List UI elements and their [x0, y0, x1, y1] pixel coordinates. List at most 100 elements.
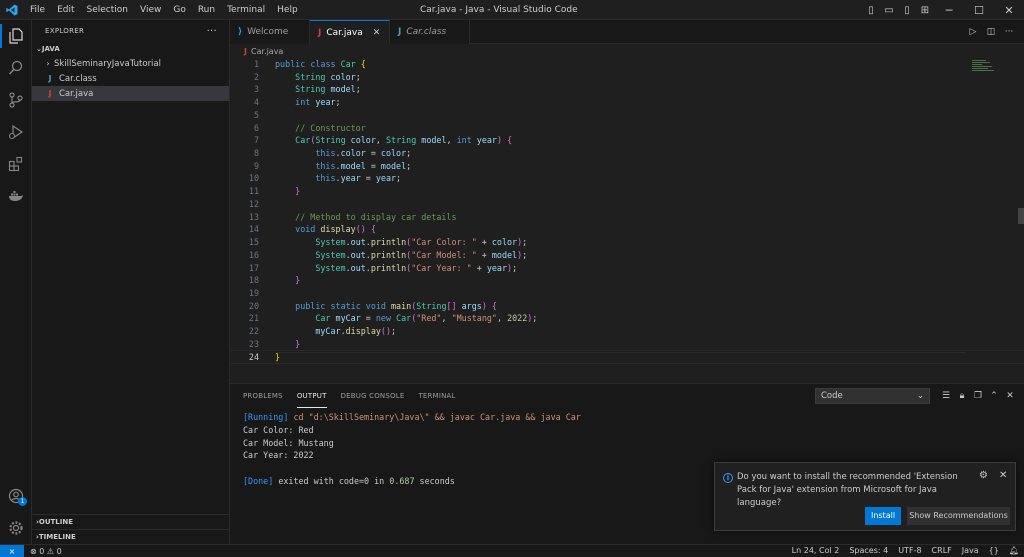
tab-welcome[interactable]: ⟩ Welcome	[230, 20, 310, 44]
customize-layout-icon[interactable]: ⊞	[916, 5, 934, 16]
menu-view[interactable]: View	[134, 0, 167, 20]
timeline-section[interactable]: › TIMELINE	[32, 529, 230, 544]
more-actions-icon[interactable]: ···	[207, 26, 217, 37]
explorer-icon[interactable]	[0, 20, 32, 52]
tab-terminal[interactable]: TERMINAL	[418, 384, 455, 408]
close-window-icon[interactable]: ✕	[994, 4, 1024, 17]
minimap[interactable]	[972, 60, 998, 80]
workspace-section[interactable]: ⌄ JAVA	[32, 42, 229, 56]
cursor-position[interactable]: Ln 24, Col 2	[787, 545, 845, 557]
toggle-secondary-sidebar-icon[interactable]: ▯	[898, 5, 916, 16]
outline-section[interactable]: › OUTLINE	[32, 514, 230, 529]
tree-item-folder[interactable]: › SkillSeminaryJavaTutorial	[32, 56, 229, 71]
install-button[interactable]: Install	[865, 507, 901, 525]
code-line[interactable]: 12	[230, 198, 1024, 211]
indentation[interactable]: Spaces: 4	[844, 545, 893, 557]
menu-run[interactable]: Run	[192, 0, 221, 20]
more-actions-icon[interactable]: ···	[1000, 27, 1018, 37]
code-line[interactable]: 20 public static void main(String[] args…	[230, 300, 1024, 313]
encoding[interactable]: UTF-8	[893, 545, 926, 557]
code-line[interactable]: 17 System.out.println("Car Year: " + yea…	[230, 262, 1024, 275]
line-number: 5	[253, 109, 259, 120]
problems-status[interactable]: ⊗ 0 ⚠ 0	[24, 547, 62, 556]
language-mode[interactable]: Java	[957, 545, 984, 557]
split-editor-icon[interactable]: ◫	[982, 27, 1000, 37]
run-debug-icon[interactable]	[0, 116, 32, 148]
menu-edit[interactable]: Edit	[51, 0, 80, 20]
search-icon[interactable]	[0, 52, 32, 84]
java-class-file-icon: J	[398, 27, 402, 37]
tab-problems[interactable]: PROBLEMS	[243, 384, 283, 408]
show-recommendations-button[interactable]: Show Recommendations	[907, 507, 1010, 525]
vscode-tab-icon: ⟩	[238, 27, 243, 37]
code-line[interactable]: 16 System.out.println("Car Model: " + mo…	[230, 249, 1024, 262]
docker-icon[interactable]	[0, 180, 32, 212]
menu-go[interactable]: Go	[167, 0, 191, 20]
menu-file[interactable]: File	[24, 0, 51, 20]
tree-item-car-class[interactable]: J Car.class	[32, 71, 229, 86]
tree-item-car-java[interactable]: J Car.java	[32, 86, 229, 101]
breadcrumb-file[interactable]: Car.java	[251, 47, 283, 56]
toggle-panel-icon[interactable]: ▭	[880, 5, 898, 16]
code-line[interactable]: 19	[230, 287, 1024, 300]
list-filter-icon[interactable]: ☰	[938, 388, 954, 404]
menu-help[interactable]: Help	[271, 0, 304, 20]
end-of-line[interactable]: CRLF	[927, 545, 957, 557]
explorer-title: EXPLORER	[45, 27, 85, 35]
code-line[interactable]: 21 Car myCar = new Car("Red", "Mustang",…	[230, 312, 1024, 325]
manage-gear-icon[interactable]	[0, 512, 32, 544]
maximize-icon[interactable]: ☐	[964, 4, 994, 17]
code-text: String model;	[295, 84, 361, 95]
code-line[interactable]: 22 myCar.display();	[230, 325, 1024, 338]
explorer-sidebar: EXPLORER ··· ⌄ JAVA › SkillSeminaryJavaT…	[32, 20, 230, 544]
code-line[interactable]: 15 System.out.println("Car Color: " + co…	[230, 236, 1024, 249]
tab-debug-console[interactable]: DEBUG CONSOLE	[341, 384, 405, 408]
code-line[interactable]: 10 this.year = year;	[230, 172, 1024, 185]
close-icon[interactable]: ✕	[999, 470, 1007, 481]
code-line[interactable]: 8 this.color = color;	[230, 147, 1024, 160]
accounts-icon[interactable]: 1	[0, 480, 32, 512]
chevron-up-icon[interactable]: ⌃	[986, 388, 1002, 404]
tab-car-class[interactable]: J Car.class	[390, 20, 470, 44]
code-line[interactable]: 4 int year;	[230, 96, 1024, 109]
accounts-badge-icon: 1	[18, 497, 27, 506]
gear-icon[interactable]: ⚙	[979, 470, 988, 481]
code-line[interactable]: 14 void display() {	[230, 223, 1024, 236]
menu-terminal[interactable]: Terminal	[221, 0, 271, 20]
java-status-icon[interactable]: {}	[984, 545, 1004, 557]
code-line[interactable]: 23 }	[230, 338, 1024, 351]
copy-icon[interactable]: ❐	[970, 388, 986, 404]
code-line[interactable]: 18 }	[230, 274, 1024, 287]
close-tab-icon[interactable]: ✕	[373, 28, 381, 38]
code-line[interactable]: 5	[230, 109, 1024, 122]
close-panel-icon[interactable]: ✕	[1002, 388, 1018, 404]
tab-output[interactable]: OUTPUT	[296, 384, 327, 408]
code-editor[interactable]: 1 public class Car {2 String color; 3 Stri…	[229, 58, 1024, 378]
menu-selection[interactable]: Selection	[81, 0, 134, 20]
notifications-bell-icon[interactable]: 🔔︎	[1004, 545, 1024, 557]
extensions-icon[interactable]	[0, 148, 32, 180]
line-number: 24	[248, 351, 259, 362]
toggle-sidebar-icon[interactable]: ▯	[862, 5, 880, 16]
code-line[interactable]: 11 }	[230, 185, 1024, 198]
code-line[interactable]: 13 // Method to display car details	[230, 211, 1024, 224]
code-line[interactable]: 9 this.model = model;	[230, 160, 1024, 173]
code-line[interactable]: 7 Car(String color, String model, int ye…	[230, 134, 1024, 147]
line-number: 6	[253, 122, 259, 133]
code-line[interactable]: 6 // Constructor	[230, 122, 1024, 135]
minimize-icon[interactable]: ─	[934, 4, 964, 17]
output-channel-select[interactable]: Code ⌄	[815, 388, 930, 404]
breadcrumb: J Car.java	[230, 44, 1024, 58]
line-number: 16	[248, 249, 259, 260]
code-line[interactable]: 1 public class Car {	[230, 58, 1024, 71]
output-line: Car Color: Red	[243, 424, 314, 435]
remote-indicator-icon[interactable]: ⨯	[0, 544, 24, 557]
tab-car-java[interactable]: J Car.java ✕	[310, 20, 390, 44]
source-control-icon[interactable]	[0, 84, 32, 116]
line-number: 19	[248, 287, 259, 298]
lock-icon[interactable]: 🔒︎	[954, 388, 970, 404]
code-line[interactable]: 2 String color;	[230, 71, 1024, 84]
vertical-scrollbar[interactable]	[1018, 208, 1024, 224]
run-code-icon[interactable]: ▷	[964, 27, 982, 37]
code-line[interactable]: 3 String model;	[230, 83, 1024, 96]
